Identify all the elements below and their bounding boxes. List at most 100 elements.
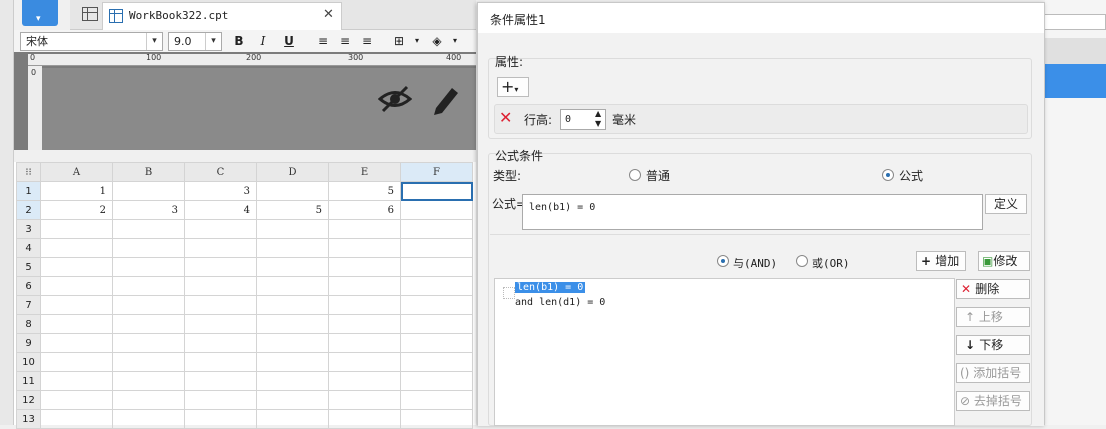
row-header[interactable]: 6 [16,276,41,296]
grid-cell[interactable] [184,390,257,410]
grid-cell[interactable] [400,181,473,201]
column-header[interactable]: D [256,162,329,182]
grid-cell[interactable] [112,333,185,353]
grid-cell[interactable] [400,295,473,315]
row-header[interactable]: 11 [16,371,41,391]
define-button[interactable]: 定义 [985,194,1027,214]
grid-cell[interactable] [400,333,473,353]
grid-cell[interactable] [400,390,473,410]
grid-cell[interactable] [40,371,113,391]
grid-cell[interactable] [40,390,113,410]
select-all-corner[interactable]: ⁝⁝ [16,162,41,182]
grid-cell[interactable]: 3 [112,200,185,220]
grid-cell[interactable] [256,352,329,372]
grid-cell[interactable] [112,257,185,277]
right-pane-selected-row[interactable] [1045,64,1106,98]
grid-cell[interactable] [400,352,473,372]
chevron-down-icon[interactable]: ▾ [408,32,426,50]
grid-cell[interactable] [112,219,185,239]
grid-cell[interactable] [328,276,401,296]
grid-cell[interactable] [184,352,257,372]
column-header[interactable]: E [328,162,401,182]
add-bracket-button[interactable]: () 添加括号 [956,363,1030,383]
grid-cell[interactable] [400,200,473,220]
delete-attribute-icon[interactable]: ✕ [499,108,512,127]
and-radio[interactable] [717,255,729,267]
spin-up-icon[interactable]: ▲ [595,109,601,118]
tab-workbook[interactable]: WorkBook322.cpt ✕ [102,2,342,30]
modify-button[interactable]: ▣修改 [978,251,1030,271]
row-header[interactable]: 2 [16,200,41,220]
grid-cell[interactable] [112,409,185,429]
add-button[interactable]: + 增加 [916,251,966,271]
font-family-select[interactable]: 宋体 ▾ [20,32,163,51]
grid-cell[interactable]: 5 [328,181,401,201]
grid-cell[interactable] [112,295,185,315]
grid-cell[interactable] [184,295,257,315]
grid-cell[interactable] [112,238,185,258]
grid-cell[interactable] [400,409,473,429]
grid-cell[interactable] [256,333,329,353]
chevron-down-icon[interactable]: ▾ [446,32,464,50]
condition-item[interactable]: and len(d1) = 0 [515,297,605,308]
app-menu-button[interactable]: ▾ [22,0,58,26]
right-pane-input[interactable] [1043,14,1106,30]
type-normal-radio[interactable] [629,169,641,181]
type-formula-radio[interactable] [882,169,894,181]
grid-cell[interactable] [112,352,185,372]
grid-cell[interactable] [40,219,113,239]
grid-cell[interactable] [256,238,329,258]
grid-cell[interactable] [328,238,401,258]
grid-cell[interactable] [328,371,401,391]
row-header[interactable]: 7 [16,295,41,315]
grid-cell[interactable] [328,257,401,277]
grid-cell[interactable] [184,219,257,239]
grid-cell[interactable] [256,371,329,391]
grid-cell[interactable]: 3 [184,181,257,201]
grid-cell[interactable] [112,181,185,201]
fill-color-icon[interactable]: ◈ [428,32,446,50]
grid-cell[interactable] [256,276,329,296]
grid-cell[interactable]: 4 [184,200,257,220]
grid-cell[interactable]: 1 [40,181,113,201]
column-header[interactable]: F [400,162,473,182]
font-size-select[interactable]: 9.0 ▾ [168,32,222,51]
grid-icon[interactable] [82,7,98,21]
italic-button[interactable]: I [254,32,272,50]
row-header[interactable]: 13 [16,409,41,429]
grid-cell[interactable] [400,257,473,277]
grid-cell[interactable] [328,352,401,372]
grid-cell[interactable] [256,295,329,315]
type-normal-label[interactable]: 普通 [646,167,670,184]
grid-cell[interactable] [400,219,473,239]
row-header[interactable]: 4 [16,238,41,258]
grid-cell[interactable] [112,371,185,391]
grid-cell[interactable] [184,314,257,334]
grid-cell[interactable] [184,238,257,258]
grid-cell[interactable] [400,238,473,258]
edit-pencil-icon[interactable] [430,82,462,116]
grid-cell[interactable] [328,219,401,239]
condition-item-selected[interactable]: len(b1) = 0 [515,282,586,293]
grid-cell[interactable] [256,257,329,277]
row-header[interactable]: 8 [16,314,41,334]
grid-cell[interactable] [256,314,329,334]
grid-cell[interactable] [328,390,401,410]
grid-cell[interactable] [184,409,257,429]
grid-cell[interactable] [112,390,185,410]
or-label[interactable]: 或(OR) [812,255,850,271]
grid-cell[interactable] [256,409,329,429]
formula-input[interactable]: len(b1) = 0 [522,194,983,230]
row-header[interactable]: 1 [16,181,41,201]
grid-cell[interactable] [184,333,257,353]
move-up-button[interactable]: ↑ 上移 [956,307,1030,327]
spin-down-icon[interactable]: ▼ [595,119,601,128]
grid-cell[interactable] [112,276,185,296]
row-header[interactable]: 10 [16,352,41,372]
bold-button[interactable]: B [230,32,248,50]
row-header[interactable]: 9 [16,333,41,353]
column-header[interactable]: A [40,162,113,182]
grid-cell[interactable] [40,238,113,258]
underline-button[interactable]: U [280,32,298,50]
delete-button[interactable]: ✕ 删除 [956,279,1030,299]
